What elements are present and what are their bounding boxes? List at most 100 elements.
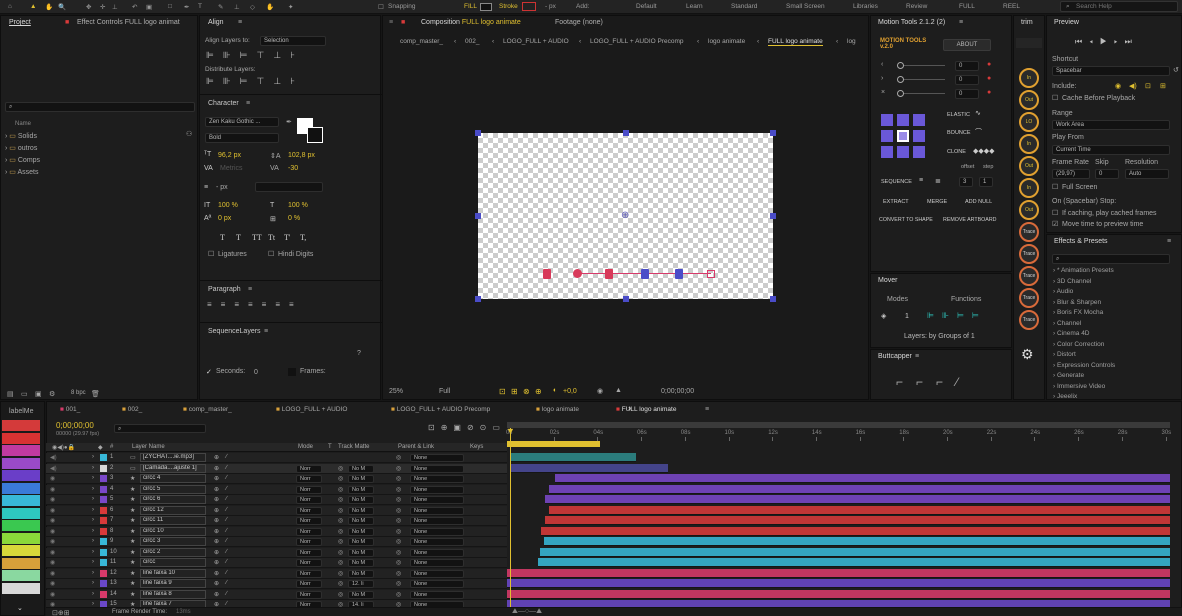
trim-button[interactable]: Trace Out — [1019, 310, 1039, 330]
stroke-label[interactable]: Stroke — [499, 3, 518, 10]
paragraph-menu-icon[interactable]: ≡ — [248, 286, 252, 293]
hand-tool-icon[interactable]: ✋ — [45, 3, 53, 11]
timeline-timecode[interactable]: 0;00;00;00 — [56, 421, 94, 430]
expand-layer-icon[interactable]: › — [92, 591, 94, 597]
rotate-tool-icon[interactable]: ↶ — [132, 3, 137, 11]
matte-icon[interactable]: ◎ — [338, 591, 343, 598]
collapse-switch-icon[interactable]: ∕ — [226, 538, 227, 544]
shy-switch-icon[interactable]: ⊕ — [214, 454, 219, 461]
roto-tool-icon[interactable]: ✋ — [266, 3, 274, 11]
workspace-libraries[interactable]: Libraries — [853, 3, 878, 10]
track-matte-header[interactable]: Track Matte — [338, 444, 369, 450]
layer-label-color[interactable] — [100, 454, 107, 461]
fill-label[interactable]: FILL — [464, 3, 477, 10]
layer-name[interactable]: line faixa 8 — [140, 589, 206, 599]
shy-switch-icon[interactable]: ⊕ — [214, 486, 219, 493]
shy-switch-icon[interactable]: ⊕ — [214, 528, 219, 535]
layer-name[interactable]: circc 10 — [140, 526, 206, 536]
shy-switch-icon[interactable]: ⊕ — [214, 517, 219, 524]
expand-arrow-icon[interactable]: › — [1053, 320, 1055, 327]
project-tab[interactable]: Project — [9, 19, 31, 26]
label-color-chip[interactable] — [2, 482, 40, 494]
elastic-curve-icon[interactable]: ∿ — [975, 109, 981, 117]
layer-mode-select[interactable]: Norr — [296, 464, 322, 473]
expand-layer-icon[interactable]: › — [92, 517, 94, 523]
flowchart-icon[interactable]: ⚇ — [186, 130, 192, 138]
expand-layer-icon[interactable]: › — [92, 528, 94, 534]
trim-button[interactable]: Out — [1019, 90, 1039, 110]
pick-whip-icon[interactable]: ◎ — [396, 570, 401, 577]
logo-shape-4[interactable] — [641, 269, 649, 279]
keys-header[interactable]: Keys — [470, 444, 483, 450]
workspace-standard[interactable]: Standard — [731, 3, 757, 10]
align-buttons-row[interactable]: ⊫⊪⊨⊤⊥⊦ — [206, 50, 304, 61]
distribute-buttons-row[interactable]: ⊫⊪⊨⊤⊥⊦ — [206, 76, 304, 87]
layer-mode-select[interactable]: Norr — [296, 527, 322, 536]
show-snapshot-icon[interactable]: ▲ — [615, 387, 622, 394]
matte-icon[interactable]: ◎ — [338, 570, 343, 577]
hindi-checkbox[interactable]: ☐ — [268, 250, 274, 258]
text-style-button[interactable]: T — [220, 233, 225, 242]
label-color-chip[interactable] — [2, 507, 40, 519]
zoom-slider[interactable]: ⛰—○—⛰ — [512, 608, 542, 616]
move-time-checkbox[interactable]: ☑ — [1052, 220, 1058, 228]
font-style-select[interactable]: Bold — [205, 133, 279, 143]
motion-slider[interactable] — [899, 93, 945, 94]
expand-arrow-icon[interactable]: › — [1053, 309, 1055, 316]
pick-whip-icon[interactable]: ◎ — [396, 454, 401, 461]
timeline-layer-row[interactable]: ◉ › 8 ★ circc 10 ⊕ ∕ Norr ◎ No M ◎ None — [46, 526, 507, 537]
motion-value-field[interactable]: 0 — [955, 61, 979, 71]
parent-select[interactable]: None — [410, 548, 464, 557]
cache-checkbox[interactable]: ☐ — [1052, 94, 1058, 102]
extract-button[interactable]: EXTRACT — [883, 199, 909, 205]
collapse-switch-icon[interactable]: ∕ — [226, 517, 227, 523]
layer-name[interactable]: [Camada....ajuste 1] — [140, 463, 206, 473]
label-color-chip[interactable] — [2, 582, 40, 594]
expand-arrow-icon[interactable]: › — [5, 145, 7, 152]
expand-arrow-icon[interactable]: › — [1053, 393, 1055, 400]
layer-label-color[interactable] — [100, 580, 107, 587]
eraser-tool-icon[interactable]: ◇ — [250, 3, 255, 11]
parent-select[interactable]: None — [410, 590, 464, 599]
pick-whip-icon[interactable]: ◎ — [396, 517, 401, 524]
layer-duration-bar[interactable] — [545, 516, 1170, 525]
layer-duration-bar[interactable] — [549, 505, 1170, 515]
quality-value[interactable]: Full — [439, 388, 450, 395]
workspace-reel[interactable]: REEL — [1003, 3, 1020, 10]
timeline-search-input[interactable]: ⌕ — [114, 424, 206, 433]
align-menu-icon[interactable]: ≡ — [238, 19, 242, 26]
layer-mode-select[interactable]: Norr — [296, 506, 322, 515]
parent-select[interactable]: None — [410, 580, 464, 588]
pick-whip-icon[interactable]: ◎ — [396, 528, 401, 535]
move-tool-icon[interactable]: ✛ — [100, 3, 105, 11]
track-matte-select[interactable]: No M — [348, 548, 374, 557]
seconds-value[interactable]: 0 — [254, 369, 258, 376]
parent-select[interactable]: None — [410, 506, 464, 515]
tsume-value[interactable]: 0 % — [288, 215, 300, 222]
visibility-icon[interactable]: ◀) — [50, 465, 57, 472]
layer-name[interactable]: circc 5 — [140, 484, 206, 494]
ligatures-checkbox[interactable]: ☐ — [208, 250, 214, 258]
matte-icon[interactable]: ◎ — [338, 507, 343, 514]
anchor-grid[interactable] — [881, 114, 927, 160]
adjust-icon[interactable]: ⚙ — [49, 390, 55, 398]
expand-layer-icon[interactable]: › — [92, 570, 94, 576]
layer-label-color[interactable] — [100, 475, 107, 482]
visibility-icon[interactable]: ◉ — [50, 591, 55, 598]
layer-mode-select[interactable]: Norr — [296, 496, 322, 504]
label-color-chip[interactable] — [2, 495, 40, 506]
timeline-tab[interactable]: ■ logo animate — [536, 406, 579, 413]
font-size-value[interactable]: 96,2 px — [218, 152, 241, 159]
range-select[interactable]: Work Area — [1052, 120, 1170, 130]
label-color-chip[interactable] — [2, 457, 40, 469]
matte-icon[interactable]: ◎ — [338, 528, 343, 535]
track-matte-select[interactable]: No M — [348, 496, 374, 504]
track-tool-icon[interactable]: ⊥ — [112, 3, 118, 11]
offset-field[interactable]: 3 — [959, 177, 973, 187]
label-panel-collapse-icon[interactable]: ⌄ — [17, 604, 23, 612]
pick-whip-icon[interactable]: ◎ — [396, 559, 401, 566]
motion-slider[interactable] — [899, 65, 945, 66]
expand-layer-icon[interactable]: › — [92, 507, 94, 513]
label-color-chip[interactable] — [2, 532, 40, 544]
timeline-tab[interactable]: ■ LOGO_FULL + AUDIO Precomp — [391, 406, 490, 413]
